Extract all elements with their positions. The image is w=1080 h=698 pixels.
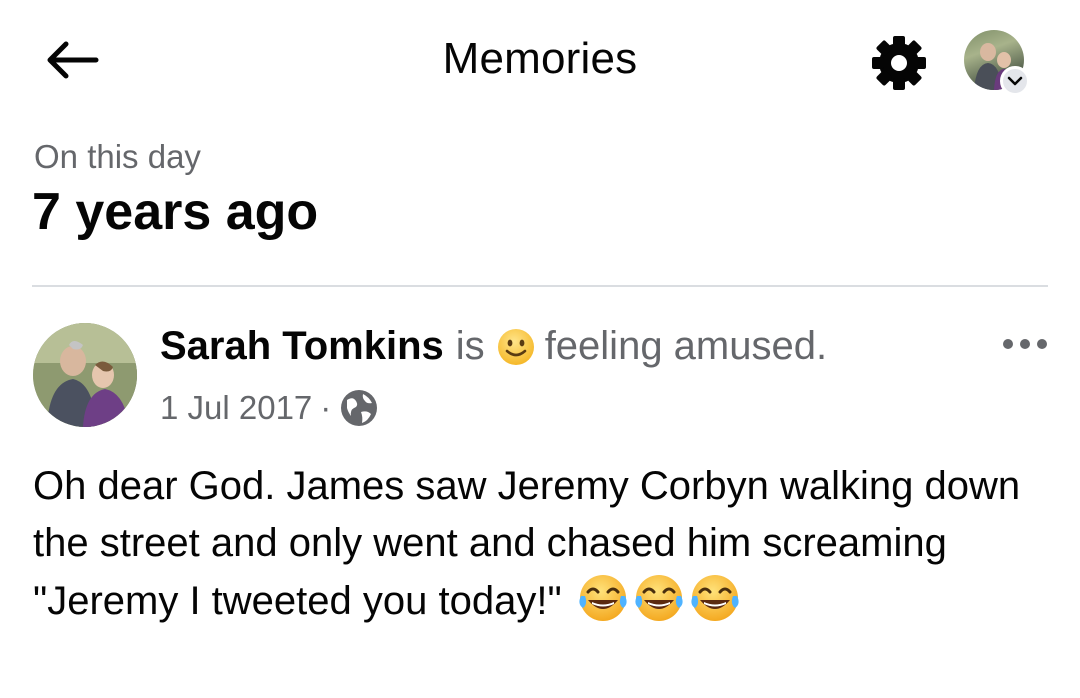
chevron-down-icon	[1007, 76, 1023, 86]
feeling-text[interactable]: feeling amused.	[545, 324, 827, 369]
author-name[interactable]: Sarah Tomkins	[160, 324, 444, 369]
post-meta: 1 Jul 2017 ·	[160, 388, 379, 428]
globe-icon[interactable]	[339, 388, 379, 428]
feeling-connector: is	[455, 324, 485, 368]
post-body: Oh dear God. James saw Jeremy Corbyn wal…	[33, 458, 1053, 640]
post-header: Sarah Tomkins is feeling amused.	[160, 324, 827, 369]
memory-heading: 7 years ago	[32, 183, 319, 241]
post-text: Oh dear God. James saw Jeremy Corbyn wal…	[33, 464, 1021, 623]
meta-separator: ·	[320, 389, 332, 426]
face-with-tears-of-joy-emoji-icon	[633, 572, 685, 640]
post-date[interactable]: 1 Jul 2017	[160, 389, 312, 427]
gear-icon	[872, 36, 926, 90]
memory-subtitle: On this day	[34, 138, 201, 175]
face-with-tears-of-joy-emoji-icon	[577, 572, 629, 640]
post-more-options-button[interactable]	[998, 326, 1058, 362]
profile-menu-button[interactable]	[960, 26, 1034, 96]
trailing-emojis	[573, 575, 741, 623]
settings-button[interactable]	[868, 32, 930, 94]
author-avatar[interactable]	[33, 323, 137, 427]
slightly-smiling-face-emoji-icon	[497, 328, 535, 366]
profile-chevron-badge	[1000, 66, 1030, 96]
divider	[32, 285, 1048, 287]
face-with-tears-of-joy-emoji-icon	[689, 572, 741, 640]
more-horizontal-icon	[1003, 339, 1047, 349]
top-bar: Memories	[0, 0, 1080, 120]
